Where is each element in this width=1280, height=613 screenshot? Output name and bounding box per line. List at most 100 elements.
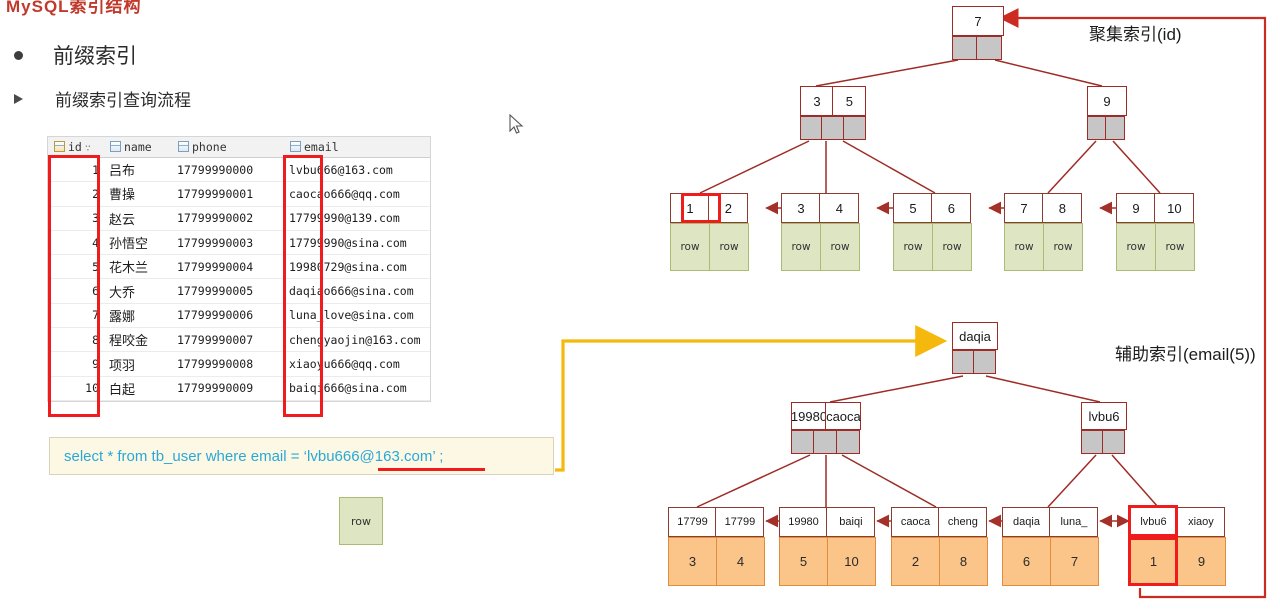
pointer-cell <box>843 116 866 140</box>
leaf-keys: lvbu6xiaoy <box>1129 507 1226 537</box>
row-data-cell: row <box>781 223 821 271</box>
pointer-cell <box>1105 116 1125 140</box>
pointer-cell <box>952 350 975 374</box>
leaf-value-data: 510 <box>779 537 876 586</box>
leaf-row-data: rowrow <box>670 223 749 271</box>
secondary-leaf-node: daqialuna_67 <box>1002 507 1099 586</box>
node-keys: 9 <box>1087 86 1127 116</box>
secondary-internal-node-1: 19980 caoca <box>791 402 861 454</box>
leaf-keys: 34 <box>781 193 860 223</box>
leaf-keys: caocacheng <box>891 507 988 537</box>
clustered-root-node: 7 <box>952 6 1004 60</box>
leaf-key-cell: 2 <box>708 193 748 223</box>
row-data-cell: row <box>932 223 972 271</box>
leaf-row-data: rowrow <box>1116 223 1195 271</box>
pk-value-cell: 3 <box>668 537 717 586</box>
leaf-key-cell: 4 <box>819 193 859 223</box>
leaf-key-cell: luna_ <box>1049 507 1098 537</box>
leaf-key-cell: 3 <box>781 193 821 223</box>
leaf-key-cell: xiaoy <box>1176 507 1225 537</box>
key-cell: caoca <box>825 402 861 430</box>
key-cell: 3 <box>800 86 834 116</box>
node-pointers <box>800 116 866 140</box>
node-pointers <box>952 350 998 374</box>
leaf-key-cell: 7 <box>1004 193 1044 223</box>
node-keys: 19980 caoca <box>791 402 861 430</box>
pointer-cell <box>973 350 996 374</box>
leaf-keys: 12 <box>670 193 749 223</box>
key-cell: daqia <box>952 322 998 350</box>
clustered-internal-node-2: 9 <box>1087 86 1127 140</box>
pointer-cell <box>821 116 844 140</box>
clustered-leaf-node: 34rowrow <box>781 193 860 271</box>
leaf-key-cell: 1 <box>670 193 710 223</box>
pointer-cell <box>836 430 860 454</box>
leaf-value-data: 34 <box>668 537 765 586</box>
leaf-row-data: rowrow <box>1004 223 1083 271</box>
key-cell: 19980 <box>791 402 827 430</box>
secondary-leaf-node: 19980baiqi510 <box>779 507 876 586</box>
pk-value-cell: 4 <box>716 537 765 586</box>
key-cell: 9 <box>1087 86 1127 116</box>
clustered-leaf-node: 78rowrow <box>1004 193 1083 271</box>
leaf-key-cell: 10 <box>1154 193 1194 223</box>
pk-value-cell: 9 <box>1177 537 1226 586</box>
pk-value-cell: 1 <box>1129 537 1178 586</box>
clustered-leaf-node: 12rowrow <box>670 193 749 271</box>
node-keys: 7 <box>952 6 1004 36</box>
leaf-key-cell: 19980 <box>779 507 828 537</box>
leaf-key-cell: daqia <box>1002 507 1051 537</box>
leaf-key-cell: 17799 <box>668 507 717 537</box>
pointer-cell <box>800 116 823 140</box>
clustered-leaf-node: 56rowrow <box>893 193 972 271</box>
leaf-row-data: rowrow <box>781 223 860 271</box>
node-pointers <box>791 430 861 454</box>
pointer-cell <box>1081 430 1104 454</box>
pointer-cell <box>976 36 1002 60</box>
secondary-root-node: daqia <box>952 322 998 374</box>
pk-value-cell: 8 <box>939 537 988 586</box>
pointer-cell <box>1087 116 1107 140</box>
leaf-key-cell: 5 <box>893 193 933 223</box>
leaf-key-cell: caoca <box>891 507 940 537</box>
leaf-key-cell: 9 <box>1116 193 1156 223</box>
key-cell: 7 <box>952 6 1004 36</box>
key-cell: 5 <box>832 86 866 116</box>
row-data-cell: row <box>1155 223 1195 271</box>
leaf-key-cell: baiqi <box>826 507 875 537</box>
pk-value-cell: 10 <box>827 537 876 586</box>
row-data-cell: row <box>1043 223 1083 271</box>
leaf-value-data: 67 <box>1002 537 1099 586</box>
node-keys: daqia <box>952 322 998 350</box>
key-cell: lvbu6 <box>1081 402 1127 430</box>
secondary-leaf-node: lvbu6xiaoy19 <box>1129 507 1226 586</box>
secondary-index-caption: 辅助索引(email(5)) <box>1115 340 1256 365</box>
row-data-cell: row <box>893 223 933 271</box>
row-data-cell: row <box>1004 223 1044 271</box>
node-keys: 3 5 <box>800 86 866 116</box>
leaf-key-cell: 17799 <box>715 507 764 537</box>
row-data-cell: row <box>820 223 860 271</box>
secondary-leaf-node: 177991779934 <box>668 507 765 586</box>
secondary-leaf-node: caocacheng28 <box>891 507 988 586</box>
pointer-cell <box>791 430 815 454</box>
row-data-cell: row <box>1116 223 1156 271</box>
leaf-keys: 1779917799 <box>668 507 765 537</box>
pk-value-cell: 7 <box>1050 537 1099 586</box>
leaf-row-data: rowrow <box>893 223 972 271</box>
pointer-cell <box>813 430 837 454</box>
node-pointers <box>952 36 1004 60</box>
leaf-keys: 78 <box>1004 193 1083 223</box>
leaf-key-cell: cheng <box>938 507 987 537</box>
node-pointers <box>1087 116 1127 140</box>
pk-value-cell: 6 <box>1002 537 1051 586</box>
leaf-keys: 19980baiqi <box>779 507 876 537</box>
pk-value-cell: 2 <box>891 537 940 586</box>
leaf-value-data: 28 <box>891 537 988 586</box>
clustered-leaf-node: 910rowrow <box>1116 193 1195 271</box>
leaf-key-cell: lvbu6 <box>1129 507 1178 537</box>
pk-value-cell: 5 <box>779 537 828 586</box>
node-keys: lvbu6 <box>1081 402 1127 430</box>
pointer-cell <box>952 36 978 60</box>
clustered-internal-node-1: 3 5 <box>800 86 866 140</box>
